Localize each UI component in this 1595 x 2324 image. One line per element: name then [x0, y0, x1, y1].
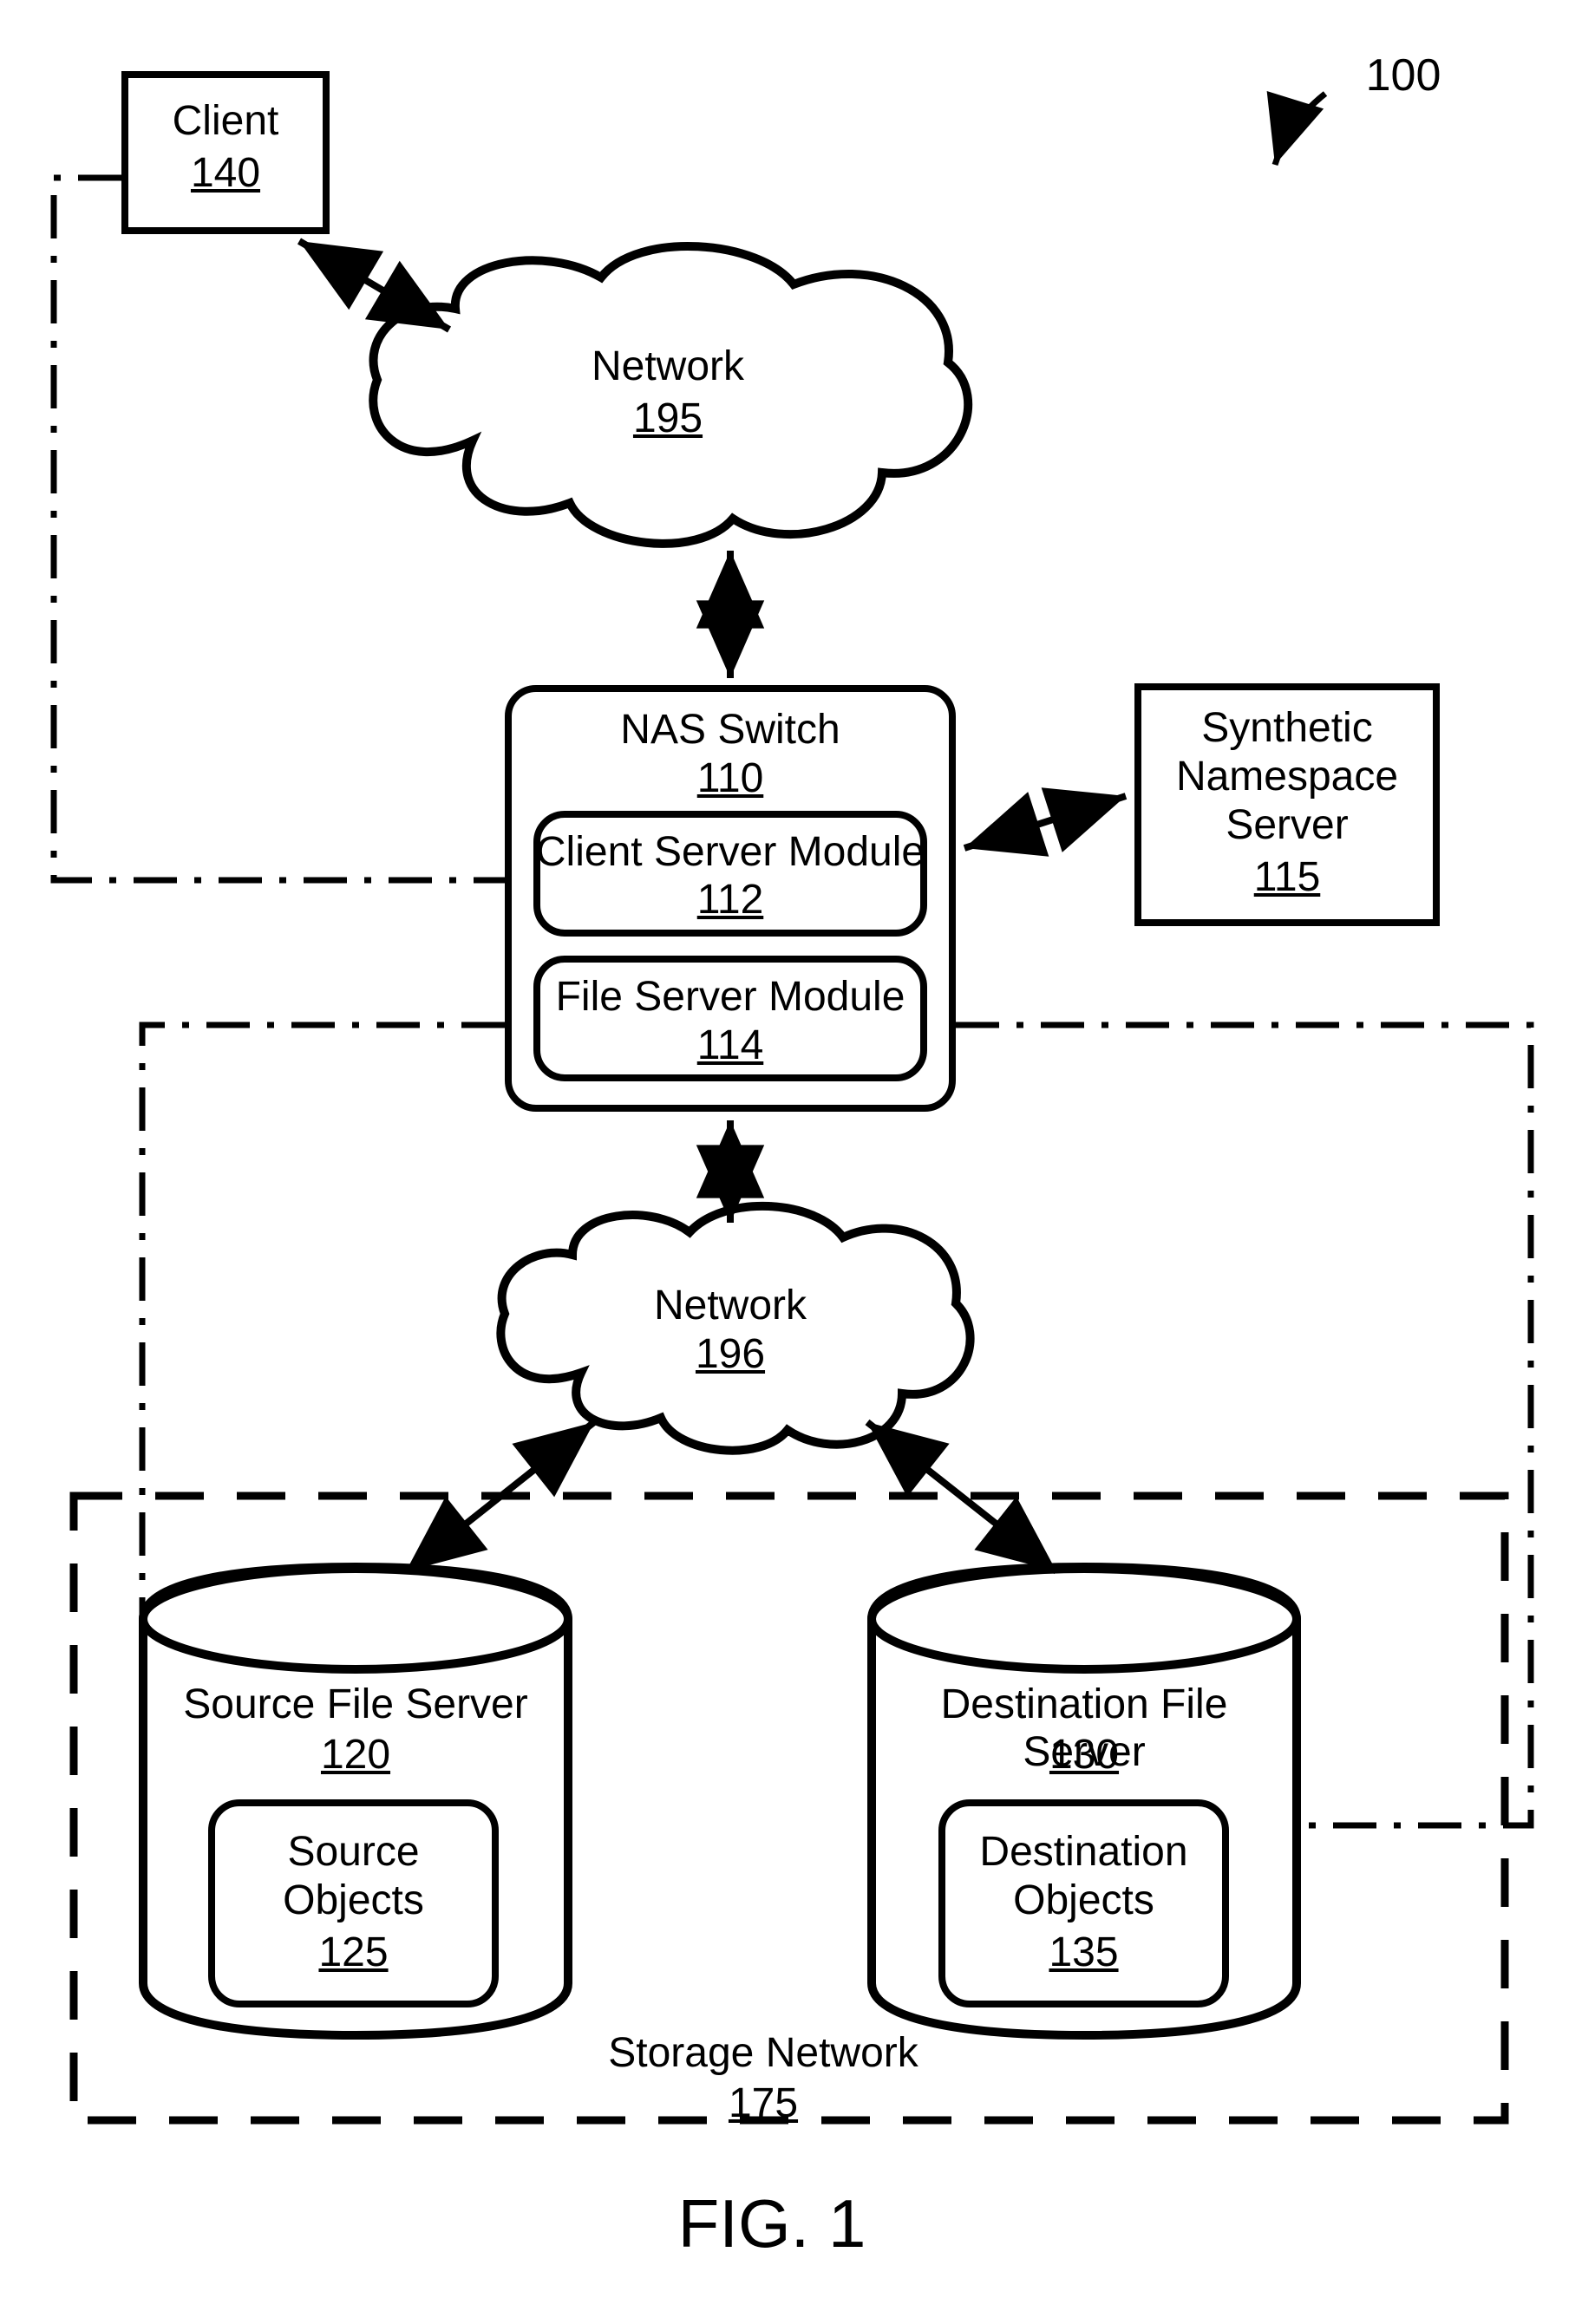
file-server-label: File Server Module [533, 973, 927, 1021]
file-server-ref: 114 [533, 1022, 927, 1069]
client-label: Client [121, 97, 330, 145]
client-ref: 140 [121, 149, 330, 197]
src-server-label: Source File Server [152, 1681, 559, 1728]
dst-obj-label-2: Objects [938, 1877, 1229, 1924]
src-obj-label-1: Source [208, 1828, 499, 1876]
arrow-nas-synth [964, 796, 1126, 848]
client-server-label: Client Server Module [533, 828, 927, 876]
arrow-diagram-ref [1275, 94, 1325, 165]
dst-obj-ref: 135 [938, 1929, 1229, 1976]
synth-ns-label-1: Synthetic [1134, 704, 1440, 752]
synth-ns-label-3: Server [1134, 801, 1440, 849]
network-mid-label: Network [618, 1282, 843, 1329]
nas-switch-label: NAS Switch [505, 706, 956, 754]
arrow-client-network [299, 241, 449, 330]
src-obj-ref: 125 [208, 1929, 499, 1976]
arrow-net2-src [406, 1422, 594, 1571]
network-top-ref: 195 [555, 395, 781, 442]
storage-net-label: Storage Network [520, 2029, 1006, 2077]
src-obj-label-2: Objects [208, 1877, 499, 1924]
storage-net-ref: 175 [520, 2079, 1006, 2127]
synth-ns-label-2: Namespace [1134, 753, 1440, 800]
client-server-ref: 112 [533, 876, 927, 924]
network-top-label: Network [555, 343, 781, 390]
network-mid-ref: 196 [618, 1330, 843, 1378]
nas-switch-ref: 110 [505, 754, 956, 802]
dst-obj-label-1: Destination [938, 1828, 1229, 1876]
figure-title: FIG. 1 [598, 2185, 945, 2263]
arrow-net2-dst [867, 1422, 1056, 1571]
dst-server-ref: 130 [880, 1731, 1288, 1779]
synth-ns-ref: 115 [1134, 853, 1440, 901]
diagram-ref: 100 [1351, 50, 1455, 102]
src-server-ref: 120 [152, 1731, 559, 1779]
